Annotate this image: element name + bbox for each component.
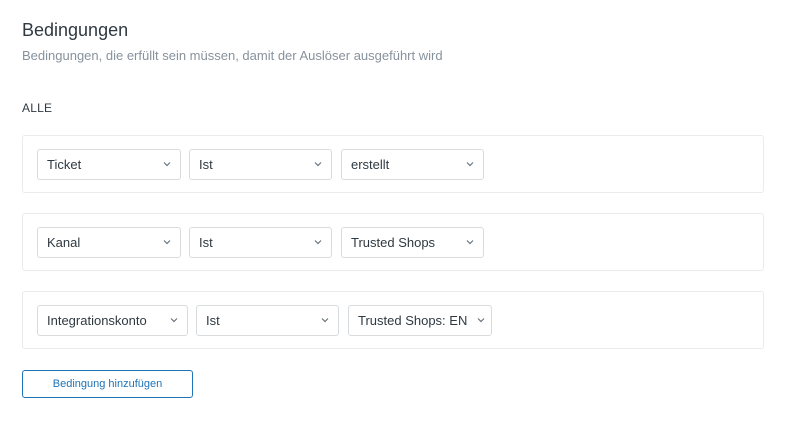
chevron-down-icon (466, 160, 474, 168)
select-value: Ist (206, 313, 220, 328)
section-title: Bedingungen (22, 20, 129, 40)
chevron-down-icon (170, 316, 178, 324)
condition-value-select[interactable]: Trusted Shops: EN 1 (348, 305, 492, 336)
condition-row: Kanal Ist Trusted Shops (22, 213, 764, 271)
select-value: Ticket (47, 157, 82, 172)
chevron-down-icon (314, 160, 322, 168)
select-value: Trusted Shops (351, 235, 436, 250)
condition-row: Integrationskonto Ist Trusted Shops: EN … (22, 291, 764, 349)
chevron-down-icon (314, 238, 322, 246)
condition-operator-select[interactable]: Ist (196, 305, 339, 336)
select-value: Ist (199, 157, 213, 172)
select-value: Integrationskonto (47, 313, 147, 328)
select-value: Kanal (47, 235, 81, 250)
condition-operator-select[interactable]: Ist (189, 227, 332, 258)
chevron-down-icon (466, 238, 474, 246)
match-all-label: ALLE (22, 101, 53, 115)
section-subtitle: Bedingungen, die erfüllt sein müssen, da… (22, 48, 443, 63)
condition-field-select[interactable]: Integrationskonto (37, 305, 188, 336)
select-value: Trusted Shops: EN 1 (358, 313, 471, 328)
chevron-down-icon (163, 160, 171, 168)
add-condition-button[interactable]: Bedingung hinzufügen (22, 370, 193, 398)
condition-field-select[interactable]: Ticket (37, 149, 181, 180)
condition-operator-select[interactable]: Ist (189, 149, 332, 180)
select-value: erstellt (351, 157, 390, 172)
condition-row: Ticket Ist erstellt (22, 135, 764, 193)
chevron-down-icon (321, 316, 329, 324)
chevron-down-icon (163, 238, 171, 246)
condition-value-select[interactable]: Trusted Shops (341, 227, 484, 258)
select-value: Ist (199, 235, 213, 250)
condition-value-select[interactable]: erstellt (341, 149, 484, 180)
chevron-down-icon (477, 316, 485, 324)
condition-field-select[interactable]: Kanal (37, 227, 181, 258)
